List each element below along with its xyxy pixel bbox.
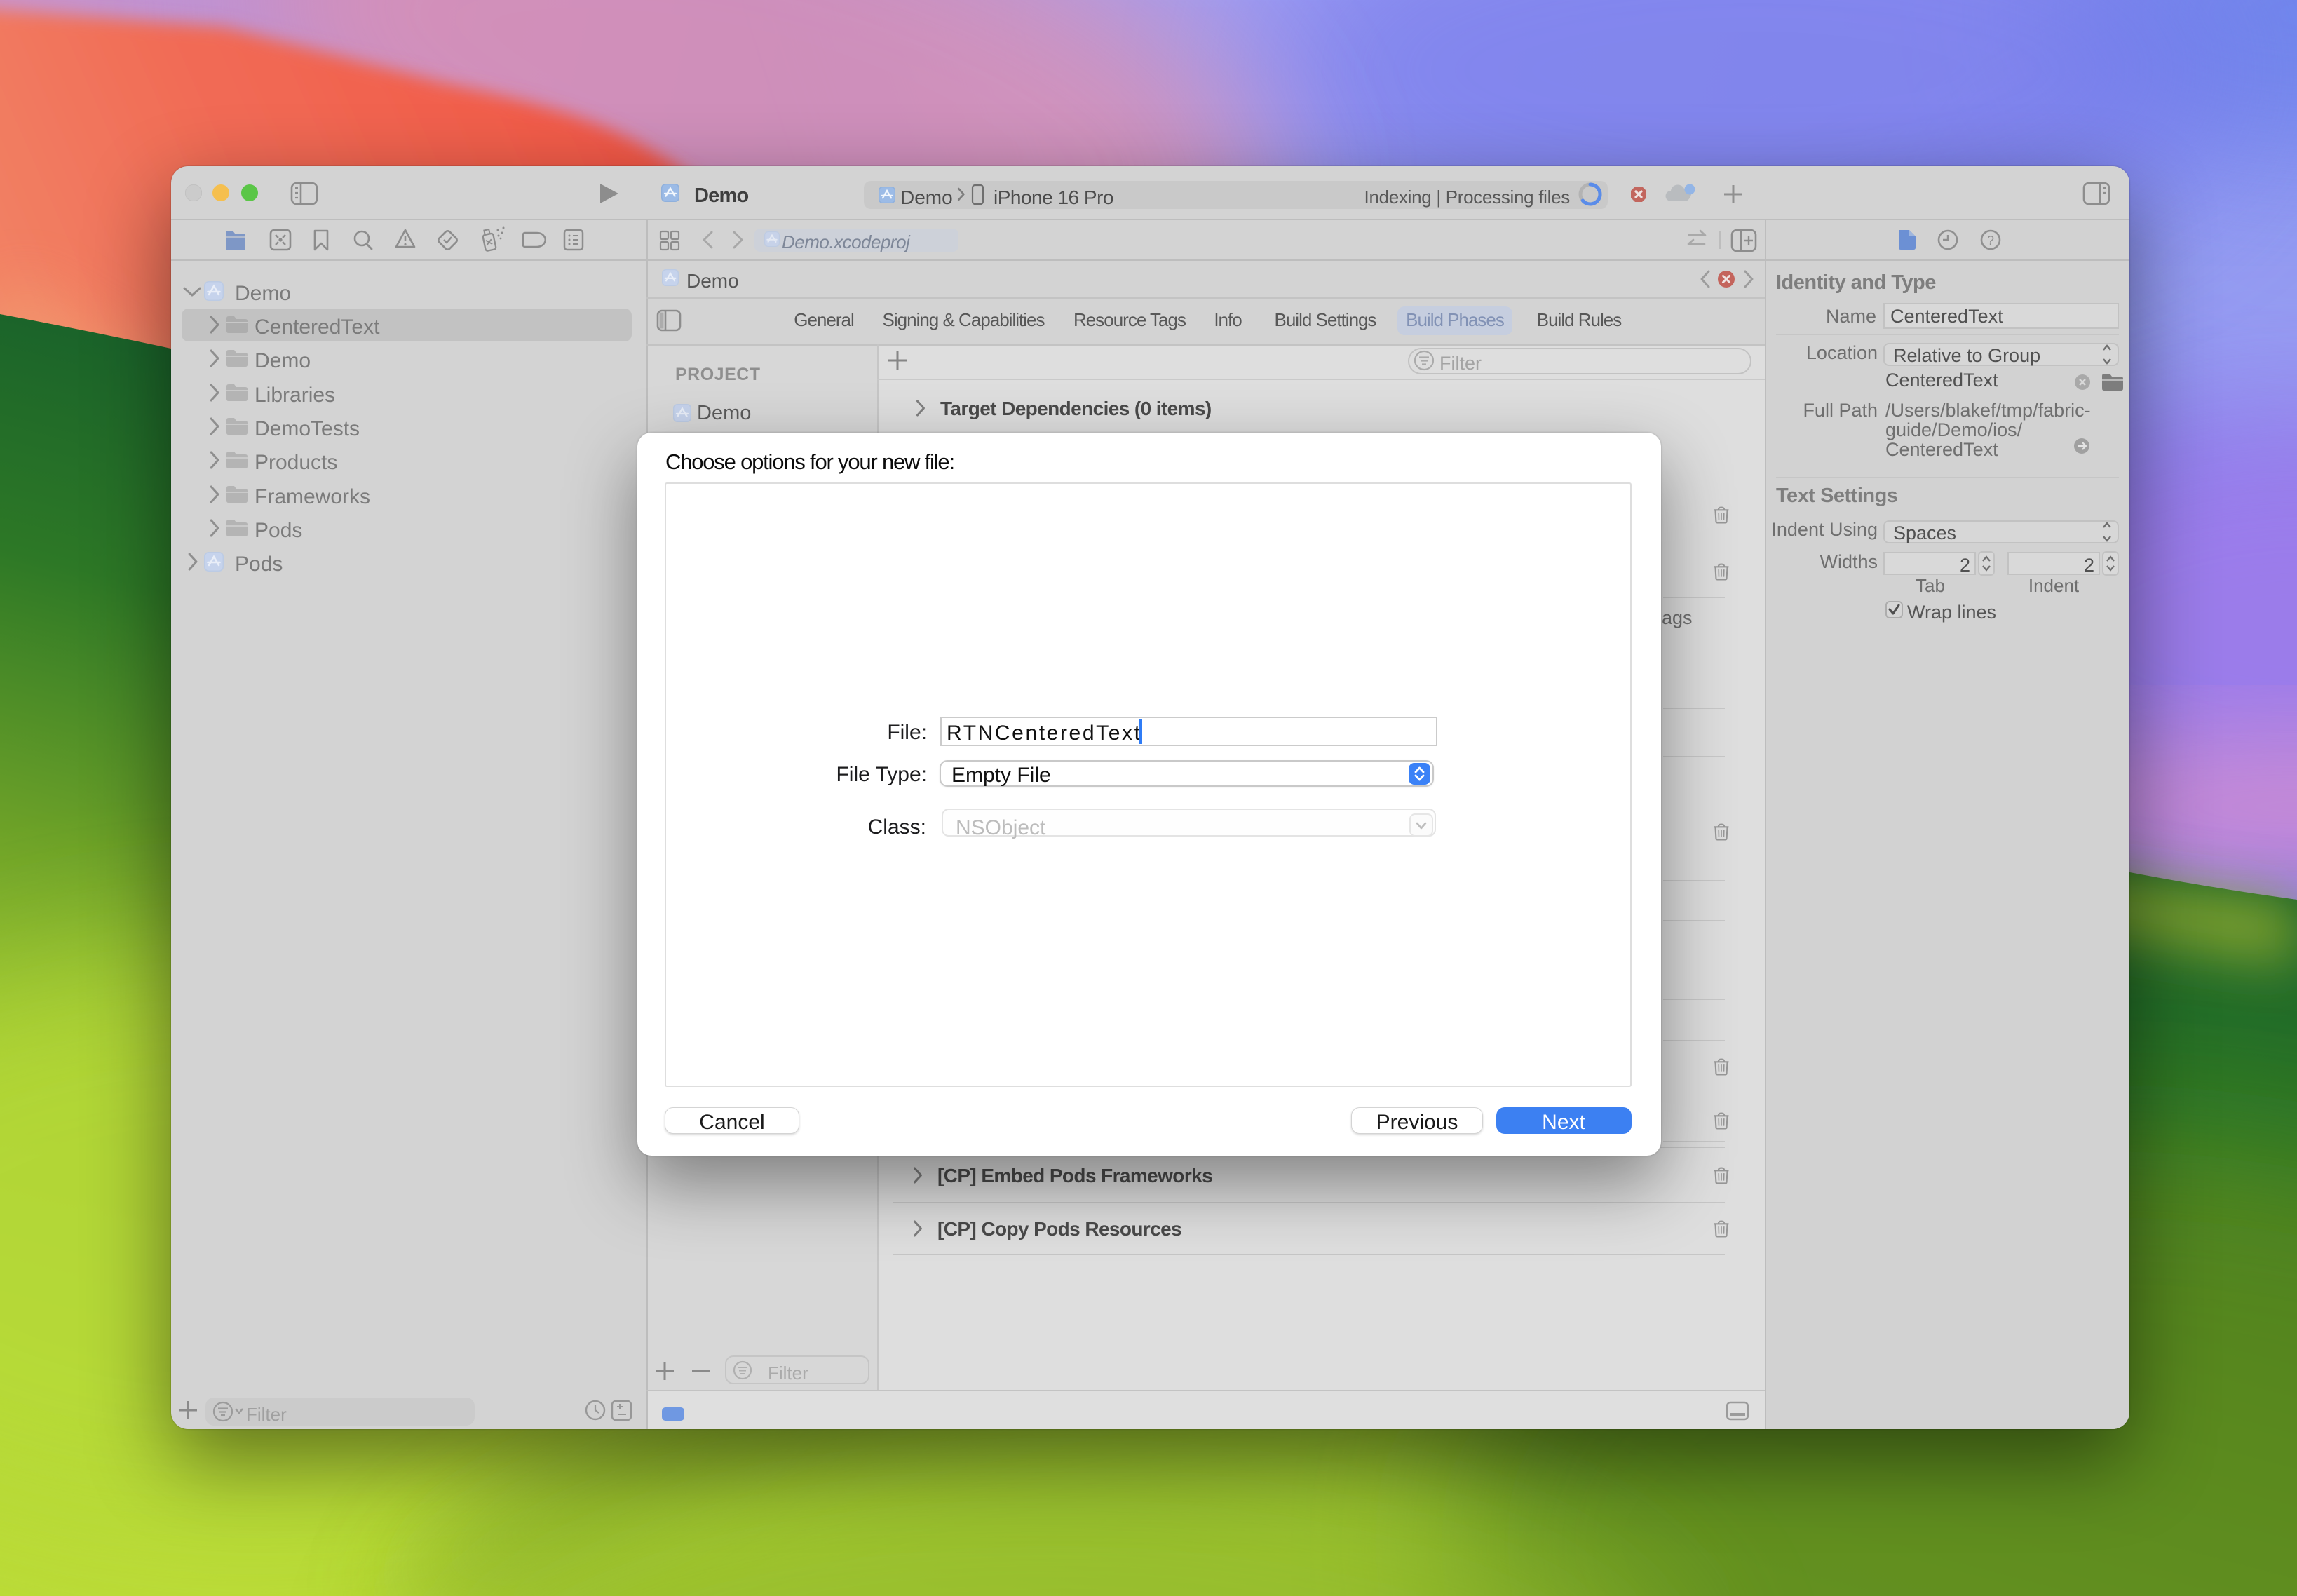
svg-text:?: ? [1987, 234, 1994, 248]
